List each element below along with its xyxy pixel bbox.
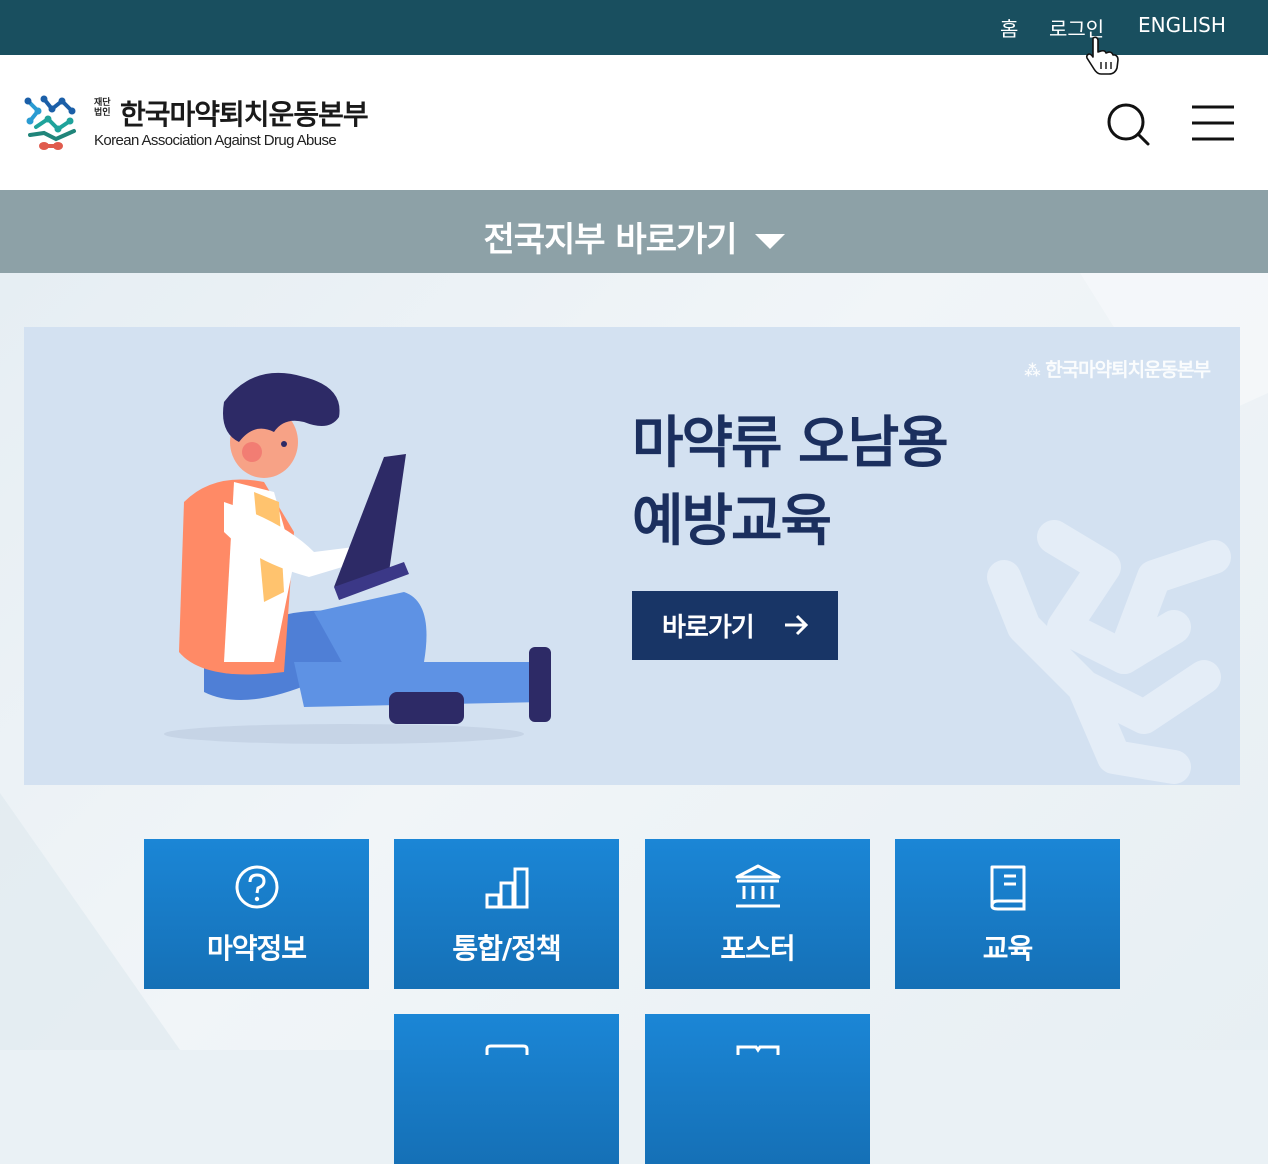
partial-book-icon [736,1045,779,1055]
institution-icon [735,864,780,908]
tile-label: 통합/정책 [452,932,561,965]
bar-chart-icon [485,867,528,909]
logo-english-name[interactable]: Korean Association Against Drug Abuse [94,132,337,149]
banner-title: 마약류 오남용 예방교육 [632,411,949,554]
tile-statistics-policy[interactable]: 통합/정책 [394,839,619,989]
hero-banner: ⁂ 한국마약퇴치운동본부 마약류 오남용 예방교육 바로가기 [24,327,1240,785]
question-circle-icon [235,865,278,909]
tile-education[interactable]: 교육 [895,839,1120,989]
menu-button[interactable] [1190,103,1236,143]
tile-label: 포스터 [720,932,795,965]
site-header: 재단법인 한국마약퇴치운동본부 Korean Association Again… [0,55,1268,190]
branch-shortcut-dropdown[interactable]: 전국지부 바로가기 [0,190,1268,273]
arrow-right-icon [785,614,809,636]
tile-label: 마약정보 [206,932,307,965]
caret-down-icon [754,234,785,249]
student-laptop-illustration [164,372,551,744]
partial-icon [485,1044,528,1055]
book-icon [990,865,1025,911]
hamburger-menu-icon [1192,105,1234,141]
tile-label: 교육 [982,932,1034,965]
top-utility-bar: 홈 로그인 ENGLISH [0,0,1268,55]
logo-korean-name[interactable]: 한국마약퇴치운동본부 [120,93,369,133]
tile-drug-info[interactable]: 마약정보 [144,839,369,989]
logo-foundation-label: 재단법인 [94,98,111,118]
home-link[interactable]: 홈 [1000,13,1018,42]
search-icon [1107,103,1150,146]
tile-row2-second[interactable] [645,1014,870,1164]
tile-row2-first[interactable] [394,1014,619,1164]
banner-go-button[interactable]: 바로가기 [632,591,838,660]
hand-cursor-icon [1085,36,1119,75]
banner-logo-text: ⁂ 한국마약퇴치운동본부 [1024,359,1211,381]
branch-shortcut-label: 전국지부 바로가기 [483,220,737,260]
logo-icon[interactable] [22,93,82,155]
search-button[interactable] [1104,100,1152,148]
english-link[interactable]: ENGLISH [1138,13,1226,37]
tile-poster[interactable]: 포스터 [645,839,870,989]
